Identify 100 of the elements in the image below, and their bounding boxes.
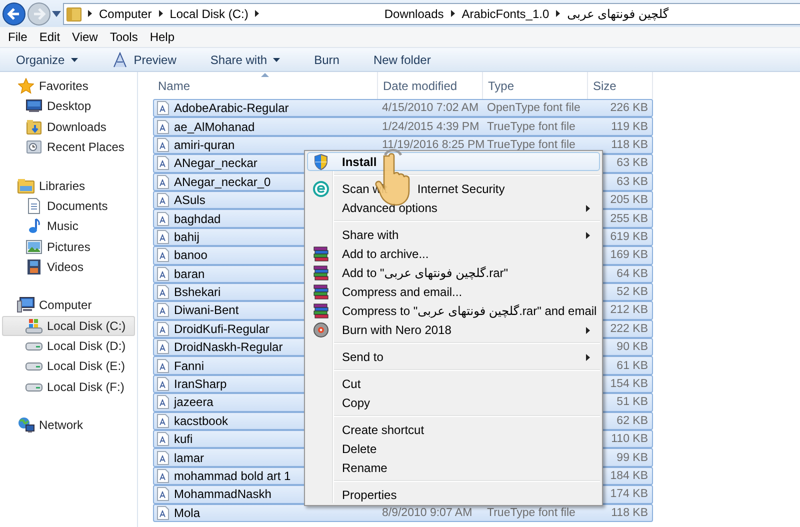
file-name: AdobeArabic-Regular <box>174 101 289 116</box>
size-cell-text: 64 KB <box>616 266 649 281</box>
file-name: ASuls <box>174 193 206 208</box>
menu-item[interactable]: Tools <box>104 30 144 44</box>
menu-item[interactable]: Compress to "گلچین فونتهای عربی.rar" and email <box>307 301 600 320</box>
file-name: MohammadNaskh <box>174 487 272 502</box>
nav-item[interactable]: Downloads <box>2 116 135 137</box>
date-cell-text: 4/15/2010 7:02 AM <box>381 101 480 116</box>
computer-icon <box>17 297 35 314</box>
font-file-icon <box>157 340 169 354</box>
menu-item[interactable]: Compress and email... <box>307 282 600 301</box>
nav-item[interactable]: Documents <box>2 196 135 216</box>
menu-item[interactable]: File <box>2 30 34 44</box>
nav-group[interactable]: Favorites <box>2 76 135 96</box>
drive-icon <box>25 360 43 372</box>
nav-item[interactable]: Local Disk (F:) <box>2 376 135 397</box>
breadcrumb[interactable]: Downloads <box>383 6 445 20</box>
menu-item[interactable]: Share with <box>307 225 600 244</box>
menu-item[interactable]: Add to archive... <box>307 244 600 263</box>
size-cell-text: 169 KB <box>609 248 649 262</box>
breadcrumb[interactable]: ArabicFonts_1.0 <box>460 6 550 20</box>
menu-item[interactable]: Cut <box>307 374 600 393</box>
breadcrumb[interactable]: Computer <box>98 6 153 20</box>
menu-item[interactable]: Delete <box>307 439 600 458</box>
file-name: kacstbook <box>174 414 228 428</box>
network-globe-icon <box>17 417 35 434</box>
file-name: baghdad <box>174 212 221 226</box>
back-button[interactable] <box>2 2 26 26</box>
menu-item[interactable]: Copy <box>307 393 600 412</box>
toolbar-button[interactable]: Burn <box>306 50 348 68</box>
type-cell-text: TrueType font file <box>486 138 576 152</box>
file-name: Diwani-Bent <box>174 303 239 318</box>
nav-item[interactable]: Desktop <box>2 96 135 117</box>
nav-item[interactable]: Videos <box>2 256 135 277</box>
size-cell-text: 174 KB <box>609 487 649 502</box>
file-name: jazeera <box>174 395 214 410</box>
folder-icon <box>66 6 82 22</box>
nav-item[interactable]: Local Disk (E:) <box>2 356 135 376</box>
menu-item[interactable]: Properties <box>307 485 600 504</box>
type-cell-text: TrueType font file <box>486 120 576 134</box>
toolbar-button[interactable]: New folder <box>365 50 439 68</box>
font-file-icon <box>157 212 169 226</box>
menu-item[interactable]: View <box>66 30 104 44</box>
menu-item[interactable]: Rename <box>307 458 600 477</box>
file-name: bahij <box>174 230 200 244</box>
font-file-icon <box>157 138 169 152</box>
font-file-icon <box>157 266 169 281</box>
file-name: DroidNaskh-Regular <box>174 340 283 354</box>
size-cell-text: 255 KB <box>609 212 649 226</box>
toolbar-button[interactable]: Preview <box>104 50 184 70</box>
menu-item[interactable]: Edit <box>33 30 66 44</box>
menu-item[interactable]: Scan wit Internet Security <box>307 179 600 198</box>
nav-group[interactable]: Network <box>2 415 135 436</box>
picture-frame-icon <box>26 240 42 254</box>
breadcrumb[interactable]: Local Disk (C:) <box>168 6 250 20</box>
font-file-icon <box>157 395 169 410</box>
file-name: ANegar_neckar <box>174 156 258 170</box>
size-cell-text: 205 KB <box>609 193 649 208</box>
menu-item[interactable]: Burn with Nero 2018 <box>307 320 600 339</box>
size-cell-text: 63 KB <box>616 156 649 170</box>
file-row[interactable]: AdobeArabic-Regular 4/15/2010 7:02 AM OpenType font file 226 KB <box>153 99 653 118</box>
menu-item[interactable]: Add to "گلچین فونتهای عربی.rar" <box>307 263 600 282</box>
history-dropdown-icon[interactable] <box>52 10 61 16</box>
nav-group[interactable]: Computer <box>2 295 135 316</box>
nav-item[interactable]: Pictures <box>2 236 135 257</box>
menu-item[interactable]: Create shortcut <box>307 420 600 439</box>
nav-item[interactable]: Local Disk (D:) <box>2 336 135 356</box>
size-cell-text: 52 KB <box>616 285 649 300</box>
date-cell-text: 11/19/2016 8:25 PM <box>381 138 484 152</box>
star-icon <box>18 78 34 94</box>
e-circle-icon <box>313 180 329 196</box>
nav-item[interactable]: Music <box>2 216 135 236</box>
nav-item[interactable]: Local Disk (C:) <box>2 316 135 336</box>
chevron-icon <box>556 10 560 17</box>
file-name: Fanni <box>174 358 204 373</box>
font-file-icon <box>157 156 169 170</box>
menu-item[interactable]: Help <box>144 30 181 44</box>
font-file-icon <box>157 101 169 116</box>
menu-item[interactable]: Send to <box>307 347 600 366</box>
nav-item[interactable]: Recent Places <box>2 136 135 158</box>
menu-item[interactable]: Install <box>307 152 600 171</box>
file-row[interactable]: ae_AlMohanad 1/24/2015 4:39 PM TrueType font file 119 KB <box>153 117 653 136</box>
document-icon <box>27 198 41 214</box>
size-cell-text: 184 KB <box>609 469 649 483</box>
type-cell-text: TrueType font file <box>486 506 576 520</box>
nav-group[interactable]: Libraries <box>2 175 135 196</box>
menu-item[interactable]: Advanced options <box>307 198 600 217</box>
font-file-icon <box>157 487 169 502</box>
toolbar-button[interactable]: Share with <box>202 50 288 68</box>
font-file-icon <box>157 432 169 446</box>
breadcrumb[interactable]: گلچین فونتهای عربی <box>566 6 670 20</box>
font-file-icon <box>157 230 169 244</box>
caret-icon <box>273 58 280 62</box>
font-file-icon <box>157 469 169 483</box>
stacked-books-icon <box>313 246 329 262</box>
toolbar-button[interactable]: Organize <box>8 50 86 68</box>
size-cell-text: 222 KB <box>609 322 649 336</box>
chevron-icon <box>255 10 260 17</box>
size-cell-text: 118 KB <box>610 506 649 520</box>
file-name: DroidKufi-Regular <box>174 322 270 336</box>
